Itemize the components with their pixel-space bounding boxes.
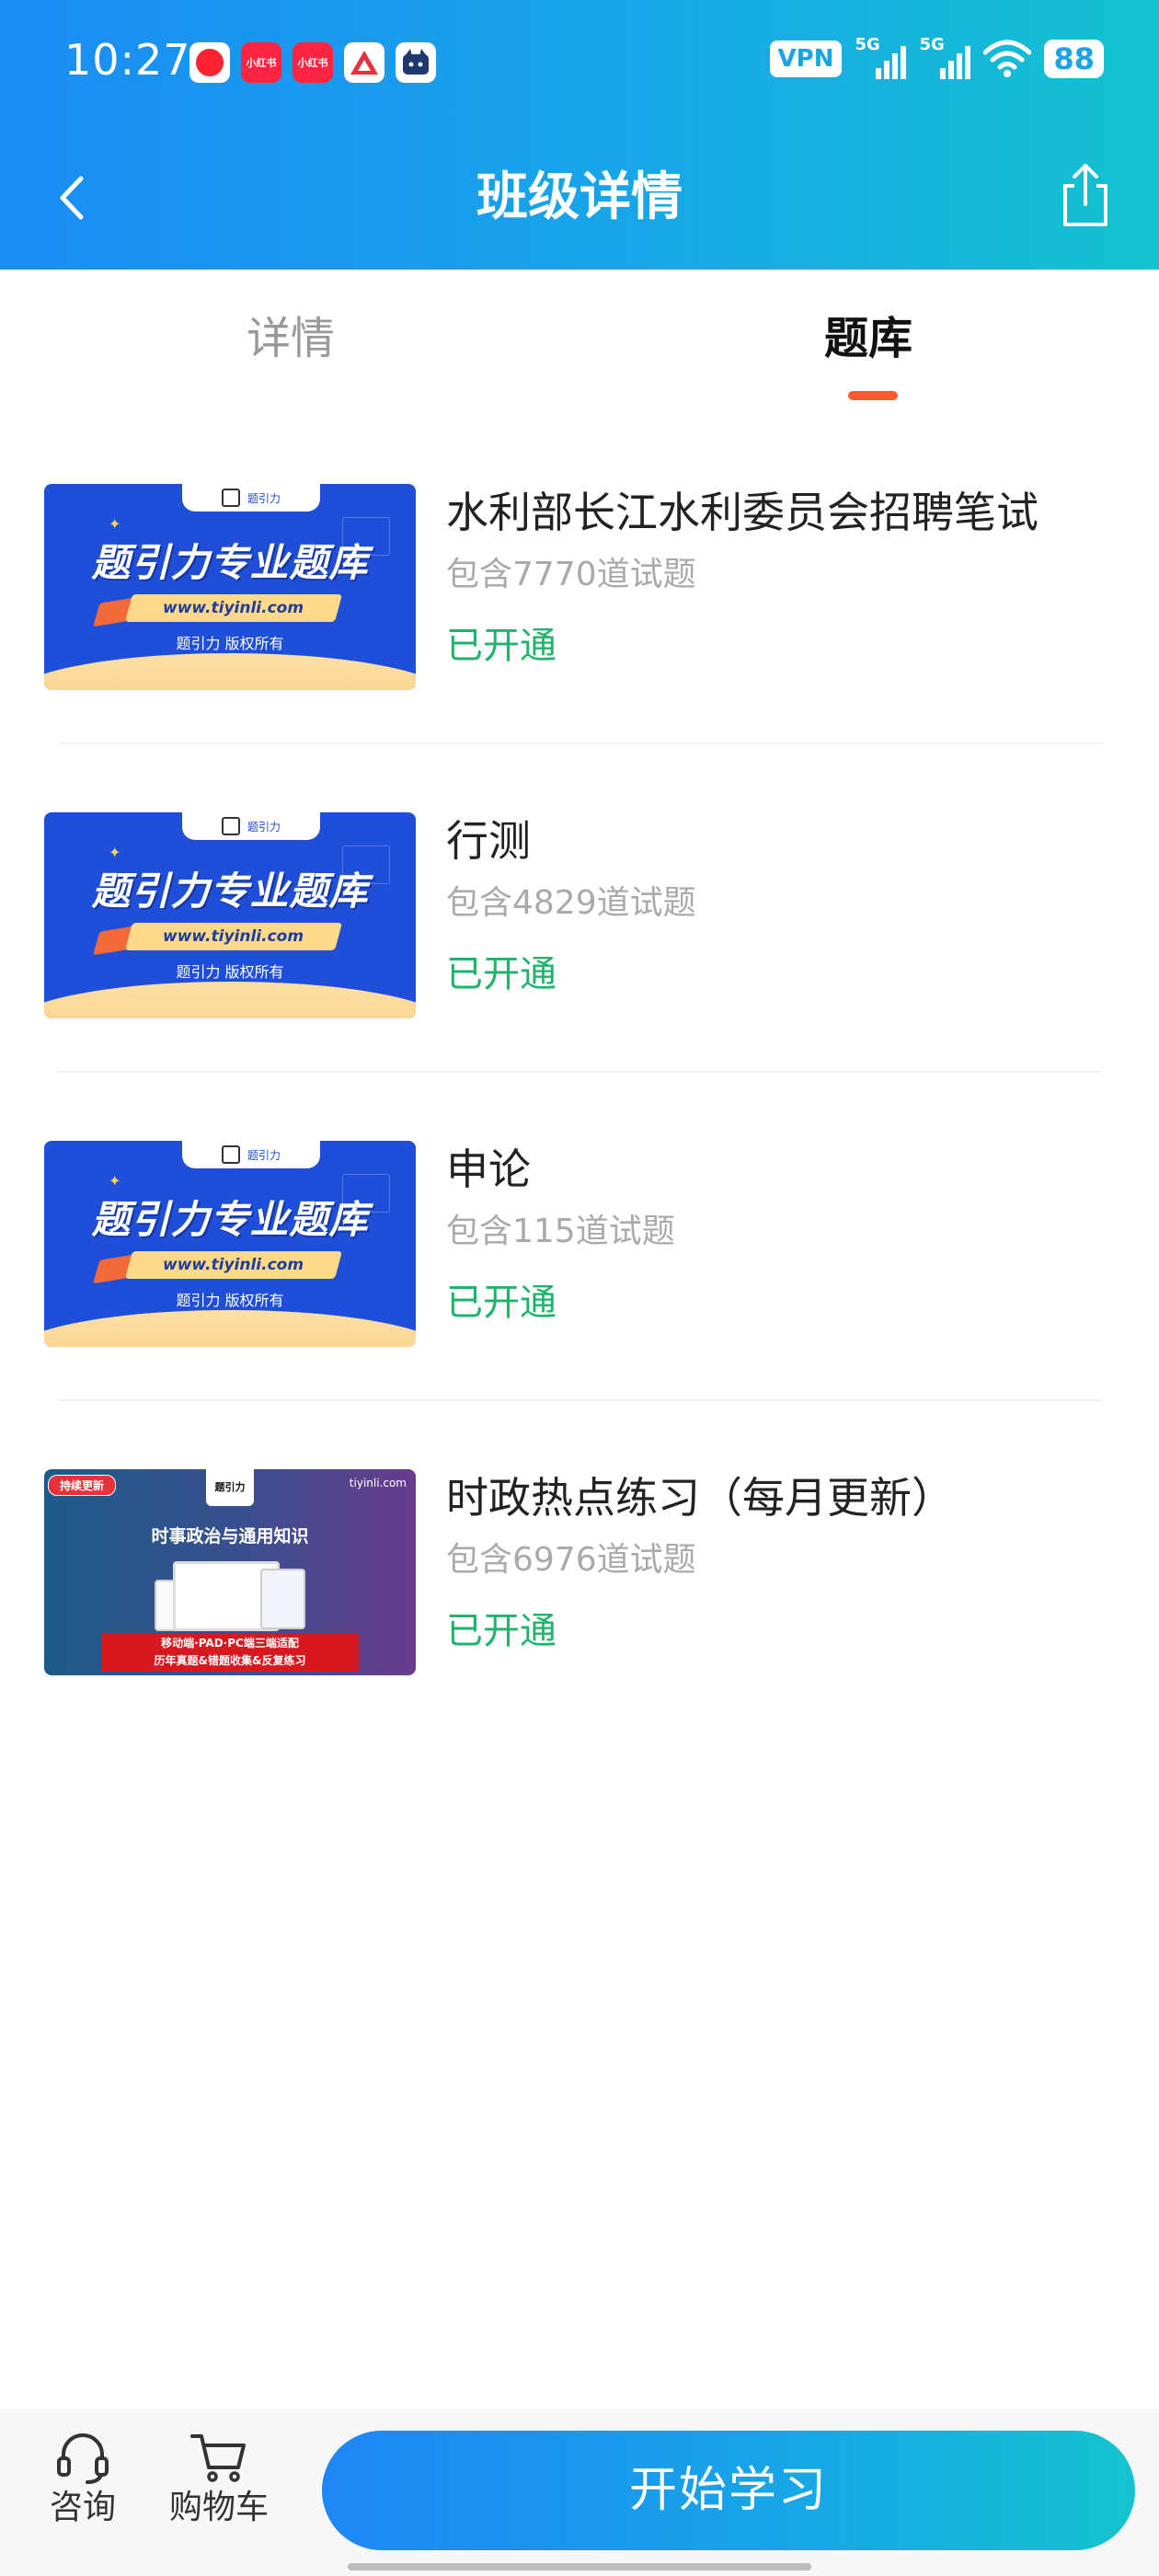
app-notification-icon (396, 42, 436, 83)
cart-label: 购物车 (168, 2489, 269, 2526)
signal-icon: 5G (919, 35, 971, 81)
status-time: 10:27 (64, 35, 191, 85)
page-title: 班级详情 (476, 167, 683, 227)
item-status: 已开通 (446, 625, 557, 667)
cart-button[interactable]: 购物车 (164, 2427, 274, 2530)
brand-logo-icon (221, 1145, 240, 1164)
item-title: 时政热点练习（每月更新） (446, 1473, 954, 1523)
start-learning-button[interactable]: 开始学习 (322, 2431, 1135, 2550)
list-item[interactable]: 题引力 ✦ 题引力专业题库 www.tiyinli.com 题引力 版权所有 申… (0, 1073, 1159, 1401)
course-thumbnail: 题引力 ✦ 题引力专业题库 www.tiyinli.com 题引力 版权所有 (44, 484, 416, 690)
tab-details[interactable]: 详情 (247, 306, 335, 371)
item-title: 申论 (446, 1144, 531, 1194)
brand-logo-icon (221, 817, 240, 835)
star-icon: ✦ (109, 1172, 121, 1190)
status-bar: 10:27 小红书 小红书 VPN 5G 5G 88 (0, 0, 1159, 129)
course-thumbnail: 持续更新 题引力 tiyinli.com 时事政治与通用知识 移动端·PAD·P… (44, 1469, 416, 1675)
list-item[interactable]: 持续更新 题引力 tiyinli.com 时事政治与通用知识 移动端·PAD·P… (0, 1401, 1159, 1730)
wifi-icon (983, 40, 1032, 77)
app-header: 10:27 小红书 小红书 VPN 5G 5G 88 班级详情 (0, 0, 1159, 270)
bottom-action-bar: 咨询 购物车 开始学习 (0, 2409, 1159, 2576)
tab-bar: 详情 题库 (0, 270, 1159, 417)
item-question-count: 包含4829道试题 (446, 884, 696, 922)
consult-label: 咨询 (49, 2489, 116, 2526)
tab-question-bank[interactable]: 题库 (824, 306, 912, 371)
item-question-count: 包含6976道试题 (446, 1541, 696, 1579)
nav-bar: 班级详情 (0, 147, 1159, 248)
home-indicator[interactable] (348, 2563, 811, 2570)
brand-logo-icon: 题引力 (206, 1469, 254, 1506)
list-item[interactable]: 题引力 ✦ 题引力专业题库 www.tiyinli.com 题引力 版权所有 行… (0, 744, 1159, 1073)
star-icon: ✦ (109, 515, 121, 533)
item-status: 已开通 (446, 1610, 557, 1652)
consult-button[interactable]: 咨询 (28, 2427, 138, 2530)
share-icon[interactable] (1049, 158, 1122, 232)
brand-logo-icon (221, 489, 240, 507)
signal-icon: 5G (855, 35, 907, 81)
app-notification-icon (344, 42, 384, 83)
item-title: 水利部长江水利委员会招聘笔试 (446, 488, 1039, 537)
course-thumbnail: 题引力 ✦ 题引力专业题库 www.tiyinli.com 题引力 版权所有 (44, 1141, 416, 1347)
star-icon: ✦ (109, 844, 121, 861)
item-title: 行测 (446, 816, 531, 866)
shopping-cart-icon (190, 2434, 246, 2482)
devices-illustration-icon (155, 1561, 311, 1635)
list-item[interactable]: 题引力 ✦ 题引力专业题库 www.tiyinli.com 题引力 版权所有 水… (0, 416, 1159, 744)
xiaohongshu-icon: 小红书 (241, 42, 281, 83)
course-thumbnail: 题引力 ✦ 题引力专业题库 www.tiyinli.com 题引力 版权所有 (44, 812, 416, 1018)
question-bank-list: 题引力 ✦ 题引力专业题库 www.tiyinli.com 题引力 版权所有 水… (0, 416, 1159, 1730)
battery-indicator: 88 (1044, 40, 1104, 78)
status-indicators: VPN 5G 5G 88 (769, 35, 1104, 81)
item-question-count: 包含115道试题 (446, 1213, 675, 1250)
headset-icon (57, 2433, 109, 2484)
vpn-badge: VPN (769, 40, 843, 77)
app-notification-icon (189, 42, 230, 83)
item-status: 已开通 (446, 1282, 557, 1324)
xiaohongshu-icon: 小红书 (293, 42, 333, 83)
item-question-count: 包含7770道试题 (446, 556, 696, 593)
notification-icons: 小红书 小红书 (189, 42, 436, 83)
active-tab-indicator (848, 391, 898, 400)
item-status: 已开通 (446, 953, 557, 995)
